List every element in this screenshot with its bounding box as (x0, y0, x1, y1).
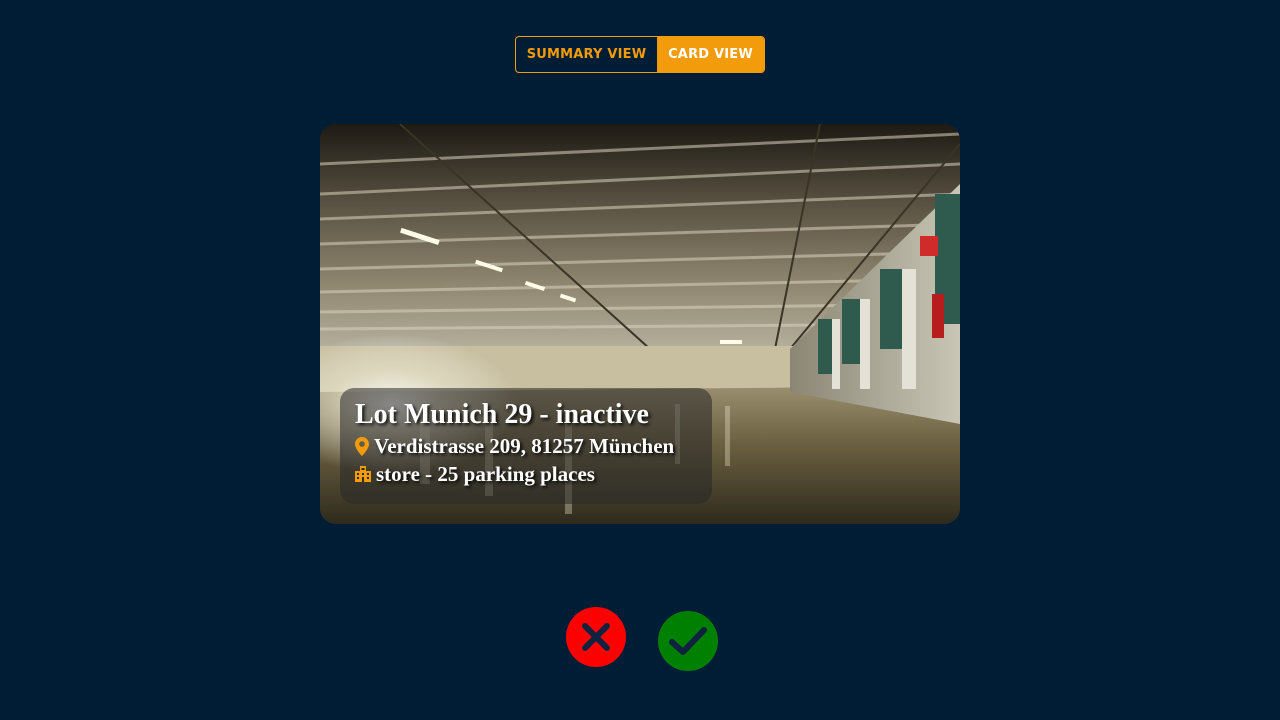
page: SUMMARY VIEW CARD VIEW Lot Munich 29 - i… (0, 0, 1280, 720)
summary-view-button[interactable]: SUMMARY VIEW (516, 37, 657, 72)
building-icon (355, 466, 371, 482)
map-pin-icon (355, 436, 369, 456)
parking-lot-card[interactable]: Lot Munich 29 - inactive Verdistrasse 20… (320, 124, 960, 524)
reject-button[interactable] (566, 607, 626, 667)
lot-address-row: Verdistrasse 209, 81257 München (355, 432, 698, 460)
lot-address: Verdistrasse 209, 81257 München (374, 434, 675, 458)
accept-button[interactable] (658, 611, 718, 671)
lot-details: store - 25 parking places (376, 462, 595, 486)
view-toggle: SUMMARY VIEW CARD VIEW (515, 36, 765, 73)
check-icon (669, 627, 707, 655)
lot-title: Lot Munich 29 - inactive (355, 399, 649, 430)
lot-details-row: store - 25 parking places (355, 460, 698, 488)
lot-info-overlay: Lot Munich 29 - inactive Verdistrasse 20… (340, 388, 712, 504)
card-view-button[interactable]: CARD VIEW (657, 37, 764, 72)
close-icon (582, 623, 610, 651)
